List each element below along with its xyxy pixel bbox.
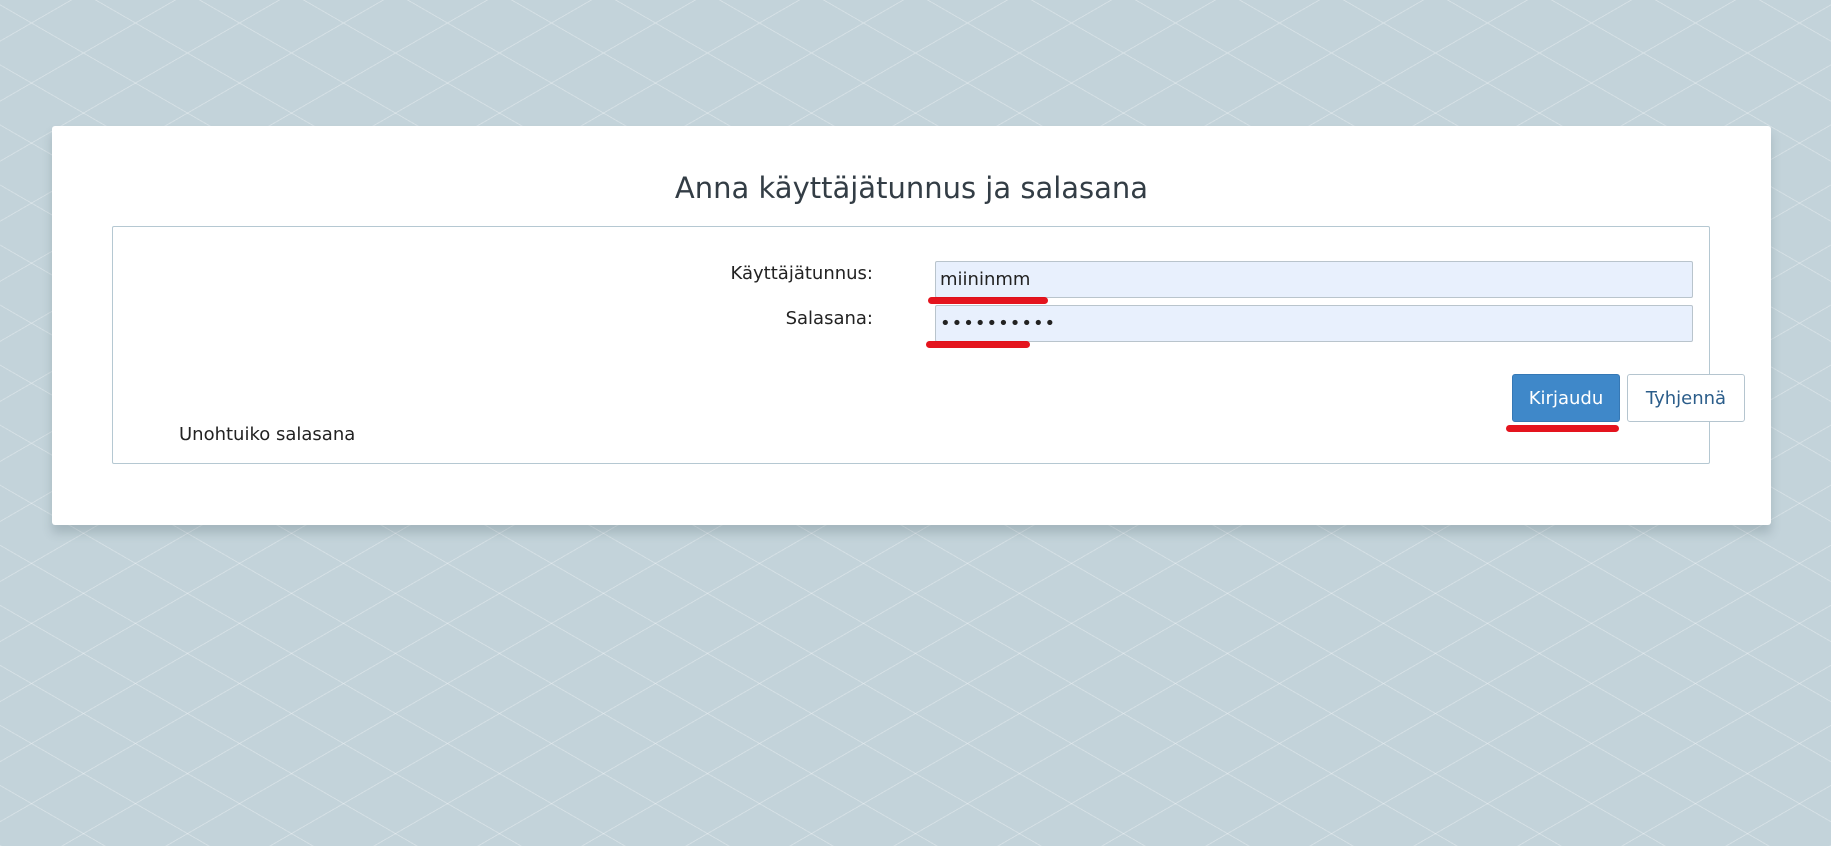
login-card: Anna käyttäjätunnus ja salasana Käyttäjä… [52, 126, 1771, 525]
forgot-password-link[interactable]: Unohtuiko salasana [179, 424, 355, 445]
username-input[interactable] [935, 261, 1693, 298]
login-form: Käyttäjätunnus: Salasana: Kirjaudu Tyhje… [112, 226, 1745, 464]
login-button[interactable]: Kirjaudu [1512, 374, 1620, 422]
password-label: Salasana: [785, 308, 873, 329]
clear-button[interactable]: Tyhjennä [1627, 374, 1745, 422]
login-button-annotation-underline [1506, 425, 1619, 432]
username-label: Käyttäjätunnus: [730, 263, 873, 284]
password-input[interactable] [935, 305, 1693, 342]
page-title: Anna käyttäjätunnus ja salasana [674, 171, 1149, 205]
password-annotation-underline [926, 341, 1030, 348]
username-annotation-underline [928, 297, 1048, 304]
